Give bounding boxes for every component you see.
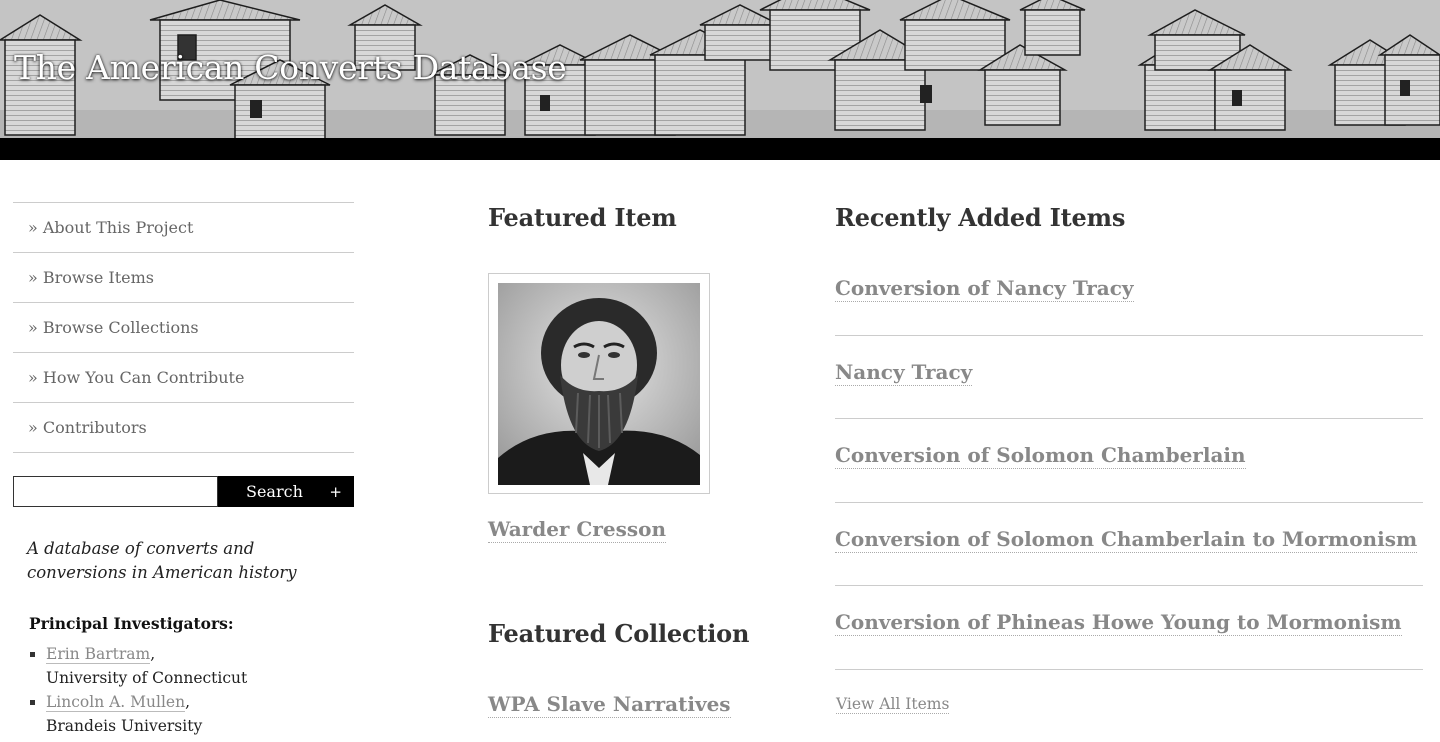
nav-link-browse-collections[interactable]: » Browse Collections (28, 318, 199, 337)
investigators-list: Erin Bartram, University of Connecticut … (29, 642, 349, 738)
recent-item-link[interactable]: Conversion of Solomon Chamberlain (835, 442, 1246, 469)
nav-link-contributors[interactable]: » Contributors (28, 418, 147, 437)
recent-item-link[interactable]: Nancy Tracy (835, 359, 973, 386)
list-item: Conversion of Solomon Chamberlain (835, 419, 1423, 503)
portrait-photo-icon (498, 283, 700, 485)
recent-item-link[interactable]: Conversion of Solomon Chamberlain to Mor… (835, 526, 1418, 553)
list-item: Conversion of Solomon Chamberlain to Mor… (835, 503, 1423, 586)
nav-item-contribute: » How You Can Contribute (13, 353, 354, 403)
nav-item-browse-items: » Browse Items (13, 253, 354, 303)
investigator-item: Erin Bartram, University of Connecticut (29, 642, 349, 690)
search-input[interactable] (13, 476, 218, 507)
nav-link-contribute[interactable]: » How You Can Contribute (28, 368, 244, 387)
investigators-heading: Principal Investigators: (29, 614, 234, 633)
featured-collection-heading: Featured Collection (488, 619, 750, 648)
investigator-affiliation: University of Connecticut (46, 669, 248, 687)
recent-items-list: Conversion of Nancy Tracy Nancy Tracy Co… (835, 252, 1423, 670)
search-form: Search + (13, 476, 354, 507)
recent-item-link[interactable]: Conversion of Phineas Howe Young to Morm… (835, 609, 1402, 636)
featured-item-title-link[interactable]: Warder Cresson (488, 516, 667, 543)
featured-collection-link[interactable]: WPA Slave Narratives (488, 691, 731, 718)
investigator-link-mullen[interactable]: Lincoln A. Mullen (46, 693, 186, 712)
nav-link-about[interactable]: » About This Project (28, 218, 193, 237)
search-button[interactable]: Search + (218, 476, 354, 507)
sidebar-nav: » About This Project » Browse Items » Br… (13, 202, 354, 453)
featured-item-heading: Featured Item (488, 203, 677, 232)
investigator-link-bartram[interactable]: Erin Bartram (46, 645, 151, 664)
view-all-items-link[interactable]: View All Items (836, 695, 950, 714)
nav-item-browse-collections: » Browse Collections (13, 303, 354, 353)
list-item: Conversion of Nancy Tracy (835, 252, 1423, 336)
site-title[interactable]: The American Converts Database (14, 48, 567, 87)
investigator-item: Lincoln A. Mullen, Brandeis University (29, 690, 349, 738)
banner-bottom-bar (0, 138, 1440, 160)
recent-item-link[interactable]: Conversion of Nancy Tracy (835, 275, 1134, 302)
investigator-separator: , (185, 693, 191, 711)
site-tagline: A database of converts and conversions i… (27, 539, 297, 582)
investigator-affiliation: Brandeis University (46, 717, 203, 735)
advanced-search-plus-icon[interactable]: + (329, 483, 342, 501)
recent-items-heading: Recently Added Items (835, 203, 1126, 232)
search-button-label: Search (246, 482, 303, 501)
header-banner: The American Converts Database (0, 0, 1440, 160)
list-item: Nancy Tracy (835, 336, 1423, 419)
featured-item-image-link[interactable] (488, 273, 710, 494)
list-item: Conversion of Phineas Howe Young to Morm… (835, 586, 1423, 670)
nav-item-about: » About This Project (13, 203, 354, 253)
investigator-separator: , (150, 645, 156, 663)
nav-item-contributors: » Contributors (13, 403, 354, 453)
nav-link-browse-items[interactable]: » Browse Items (28, 268, 154, 287)
